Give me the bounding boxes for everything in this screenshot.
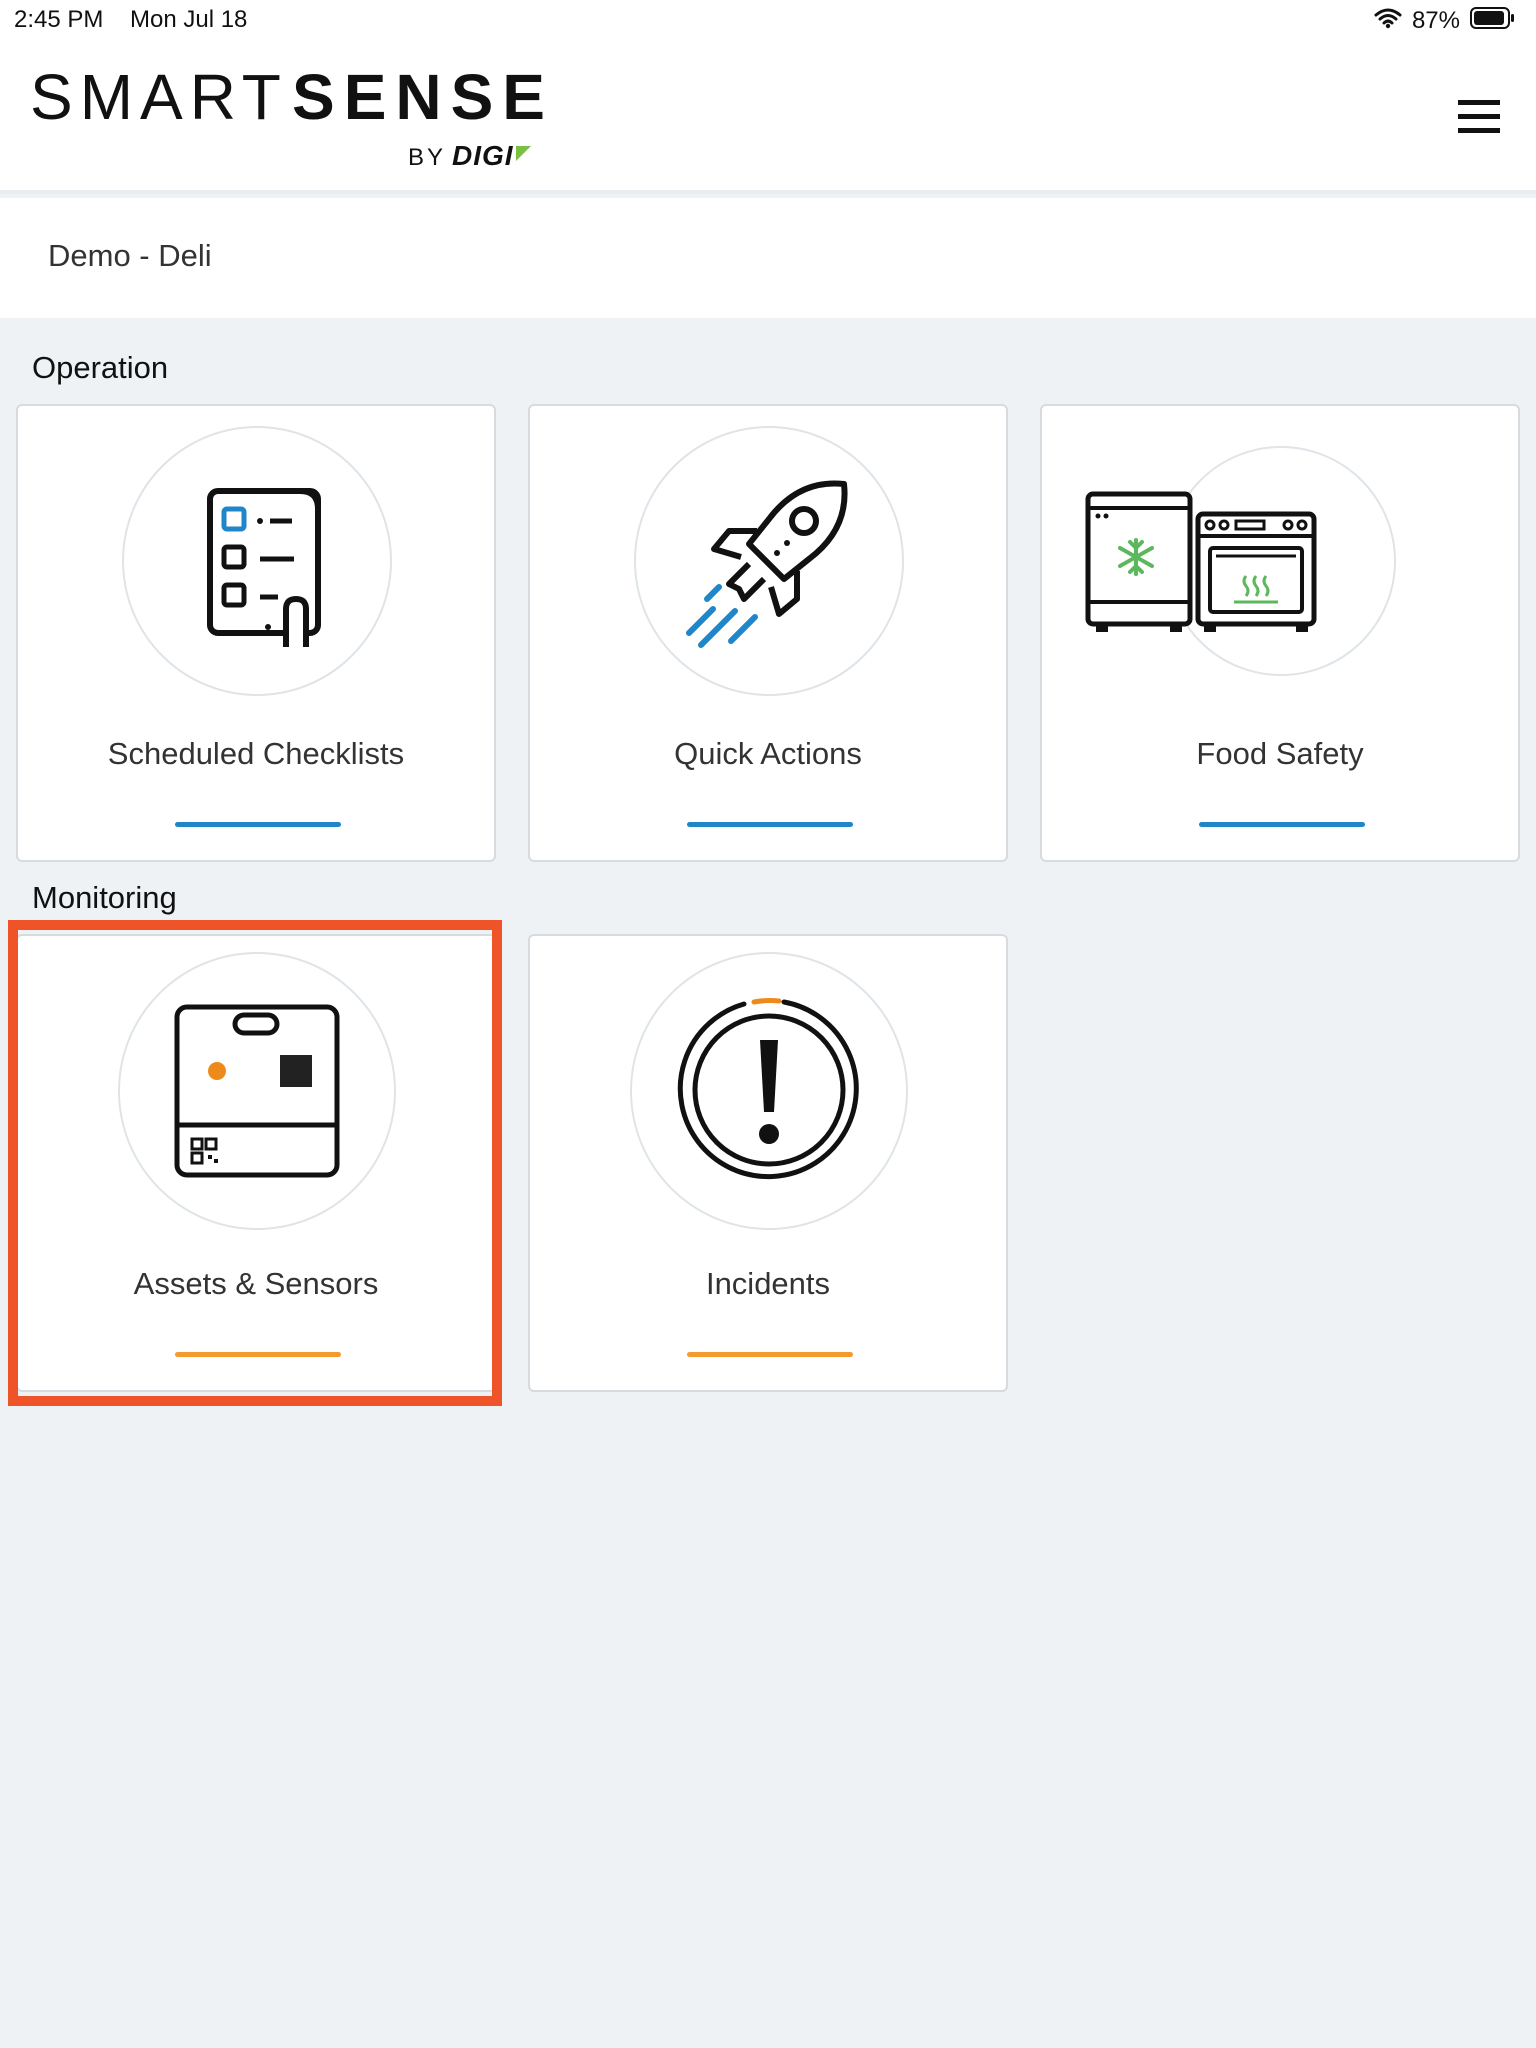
rocket-icon	[679, 469, 859, 654]
section-title-operation: Operation	[32, 350, 169, 385]
wifi-icon	[1374, 7, 1402, 34]
card-incidents[interactable]: Incidents	[528, 934, 1008, 1392]
status-bar: 2:45 PM Mon Jul 18 87%	[0, 0, 1536, 40]
card-accent-bar	[175, 1352, 341, 1357]
section-title-monitoring: Monitoring	[32, 880, 177, 915]
card-scheduled-checklists[interactable]: Scheduled Checklists	[16, 404, 496, 862]
hamburger-menu-icon[interactable]	[1456, 98, 1504, 138]
status-date: Mon Jul 18	[130, 6, 248, 33]
card-food-safety[interactable]: Food Safety	[1040, 404, 1520, 862]
card-accent-bar	[687, 822, 853, 827]
card-icon-circle	[118, 952, 396, 1230]
battery-icon	[1470, 6, 1516, 35]
status-indicators: 87%	[1374, 6, 1516, 35]
app-header: SMART SENSE BY DIGI	[0, 40, 1536, 194]
card-label: Quick Actions	[674, 736, 862, 771]
card-icon-circle	[634, 426, 904, 696]
card-accent-bar	[1199, 822, 1365, 827]
card-icon-circle	[122, 426, 392, 696]
card-label: Scheduled Checklists	[107, 736, 405, 771]
card-icon-circle	[630, 952, 908, 1230]
card-quick-actions[interactable]: Quick Actions	[528, 404, 1008, 862]
battery-percent: 87%	[1411, 6, 1460, 34]
card-assets-sensors[interactable]: Assets & Sensors	[16, 934, 496, 1392]
logo-by-text: BY	[408, 144, 447, 171]
card-accent-bar	[687, 1352, 853, 1357]
sensor-device-icon	[172, 999, 342, 1184]
checklist-icon	[182, 469, 332, 654]
site-selector[interactable]: Demo - Deli	[0, 198, 1536, 318]
logo-digi-text: DIGI	[452, 140, 514, 171]
card-label: Incidents	[705, 1266, 831, 1301]
card-label: Food Safety	[1196, 736, 1364, 771]
logo-smart-text: SMART	[30, 61, 288, 133]
card-icon-circle	[1085, 446, 1396, 676]
card-label: Assets & Sensors	[133, 1266, 379, 1301]
digi-mark-icon	[514, 144, 532, 167]
freezer-oven-icon	[1084, 490, 1320, 641]
logo-sense-text: SENSE	[292, 61, 554, 133]
status-time: 2:45 PM	[14, 6, 104, 33]
alert-icon	[674, 994, 864, 1189]
site-name: Demo - Deli	[48, 238, 212, 273]
card-accent-bar	[175, 822, 341, 827]
